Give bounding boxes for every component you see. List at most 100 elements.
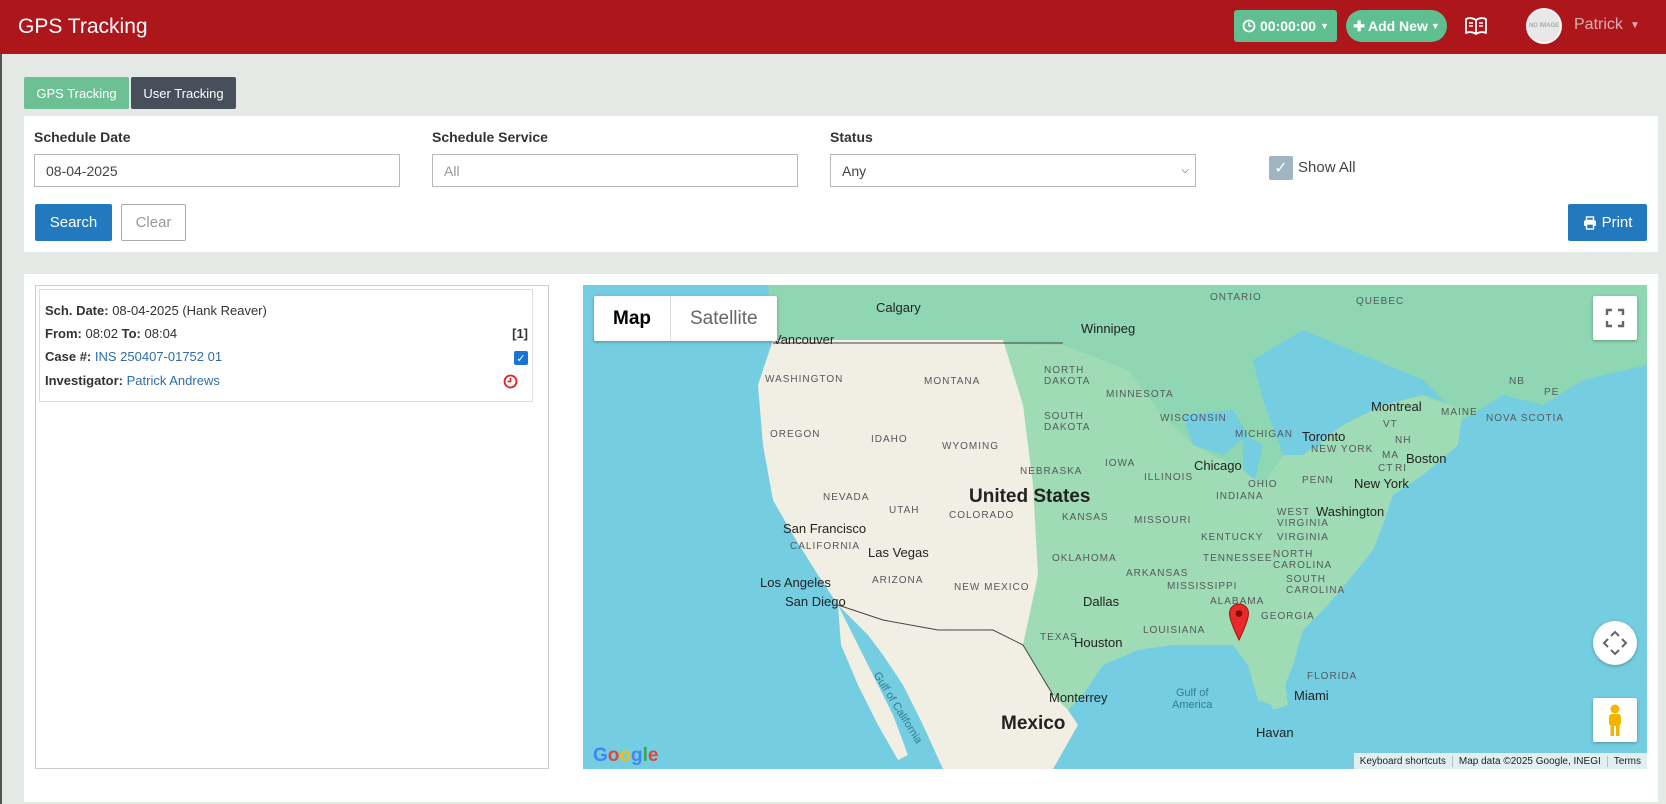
map-label-vt: VT <box>1383 419 1398 430</box>
map-label-new-york: New York <box>1354 476 1409 491</box>
map-label-south-carolina: SOUTH CAROLINA <box>1286 574 1346 596</box>
plus-icon: ✚ <box>1353 17 1365 34</box>
map-label-north-carolina: NORTH CAROLINA <box>1273 549 1333 571</box>
map-label-tennessee: TENNESSEE <box>1203 553 1273 564</box>
camera-control-button[interactable] <box>1593 621 1637 665</box>
map-label-calgary: Calgary <box>876 300 921 315</box>
add-new-label: Add New <box>1367 18 1428 34</box>
map-label-nebraska: NEBRASKA <box>1020 466 1083 477</box>
map-label-texas: TEXAS <box>1040 632 1078 643</box>
case-row: Case #: INS 250407-01752 01 <box>45 349 222 364</box>
schedule-date-input[interactable]: 08-04-2025 <box>34 154 400 187</box>
map-label-wyoming: WYOMING <box>942 441 999 452</box>
map-base <box>583 285 1647 769</box>
avatar[interactable]: NO IMAGE <box>1526 8 1562 44</box>
sch-date-label: Sch. Date: <box>45 303 109 318</box>
map-label-mexico: Mexico <box>1001 713 1066 734</box>
map-label-florida: FLORIDA <box>1307 671 1358 682</box>
sch-date-value: 08-04-2025 (Hank Reaver) <box>112 303 267 318</box>
fullscreen-button[interactable] <box>1593 296 1637 340</box>
map-label-new-york-state: NEW YORK <box>1311 444 1374 455</box>
timer-value: 00:00:00 <box>1260 18 1317 34</box>
move-arrows-icon <box>1602 630 1628 656</box>
schedule-checkbox[interactable]: ✓ <box>514 351 528 365</box>
map-label-oklahoma: OKLAHOMA <box>1052 553 1117 564</box>
add-new-button[interactable]: ✚ Add New ▼ <box>1346 10 1447 42</box>
map-label-kansas: KANSAS <box>1062 512 1109 523</box>
time-row: From: 08:02 To: 08:04 <box>45 326 177 341</box>
map-label-washington-state: WASHINGTON <box>765 374 844 385</box>
schedule-card[interactable]: Sch. Date: 08-04-2025 (Hank Reaver) From… <box>39 289 533 402</box>
results-panel: Sch. Date: 08-04-2025 (Hank Reaver) From… <box>24 274 1658 802</box>
map-label-los-angeles: Los Angeles <box>760 575 831 590</box>
investigator-row: Investigator: Patrick Andrews <box>45 373 220 388</box>
map-label-mississippi: MISSISSIPPI <box>1167 581 1238 592</box>
show-all-checkbox[interactable]: ✓ <box>1269 156 1293 180</box>
map-label-idaho: IDAHO <box>871 434 908 445</box>
map-label-nova-scotia: NOVA SCOTIA <box>1486 413 1565 424</box>
map-label-missouri: MISSOURI <box>1134 515 1192 526</box>
app-title: GPS Tracking <box>18 15 148 38</box>
user-name[interactable]: Patrick <box>1574 16 1623 34</box>
map-label-colorado: COLORADO <box>949 510 1015 521</box>
map-label-pe: PE <box>1544 387 1560 398</box>
book-icon[interactable] <box>1464 14 1488 38</box>
timer-button[interactable]: 00:00:00 ▼ <box>1234 10 1337 42</box>
map-label-iowa: IOWA <box>1105 458 1136 469</box>
tab-gps-tracking[interactable]: GPS Tracking <box>24 77 129 109</box>
map-data-text: Map data ©2025 Google, INEGI <box>1451 755 1607 767</box>
map-label-quebec: QUEBEC <box>1356 296 1405 307</box>
map-type-map-button[interactable]: Map <box>594 296 670 341</box>
street-view-pegman-button[interactable] <box>1593 698 1637 742</box>
keyboard-shortcuts-link[interactable]: Keyboard shortcuts <box>1354 756 1452 767</box>
map-label-penn: PENN <box>1302 475 1334 486</box>
investigator-link[interactable]: Patrick Andrews <box>127 373 220 388</box>
map-attribution: Keyboard shortcuts Map data ©2025 Google… <box>1353 753 1647 769</box>
clear-button[interactable]: Clear <box>121 204 186 241</box>
map-label-kentucky: KENTUCKY <box>1201 532 1264 543</box>
terms-link[interactable]: Terms <box>1606 755 1647 767</box>
to-label: To: <box>121 326 141 341</box>
case-label: Case #: <box>45 349 92 364</box>
map-label-arkansas: ARKANSAS <box>1126 568 1189 579</box>
printer-icon <box>1583 215 1596 230</box>
print-button[interactable]: Print <box>1568 204 1647 241</box>
map-label-montreal: Montreal <box>1371 399 1422 414</box>
map-label-ct: CT <box>1378 463 1394 474</box>
from-value: 08:02 <box>85 326 119 341</box>
map-label-washington-dc: Washington <box>1316 504 1385 519</box>
status-select[interactable]: Any ⌵ <box>830 154 1196 187</box>
map-label-nh: NH <box>1395 435 1412 446</box>
map-label-nevada: NEVADA <box>823 492 870 503</box>
map-label-boston: Boston <box>1406 451 1447 466</box>
clock-icon <box>1242 19 1256 33</box>
map-type-satellite-button[interactable]: Satellite <box>670 296 777 341</box>
schedule-service-label: Schedule Service <box>432 129 548 145</box>
map-label-toronto: Toronto <box>1302 429 1346 444</box>
map-label-georgia: GEORGIA <box>1261 611 1315 622</box>
map-label-dallas: Dallas <box>1083 594 1120 609</box>
map-label-united-states: United States <box>969 486 1091 507</box>
user-menu-caret-icon[interactable]: ▼ <box>1630 20 1640 31</box>
map-label-oregon: OREGON <box>770 429 821 440</box>
tab-user-tracking[interactable]: User Tracking <box>131 77 236 109</box>
location-marker-icon[interactable] <box>1228 603 1250 641</box>
map-label-chicago: Chicago <box>1194 458 1242 473</box>
map-label-gulf-of-america: Gulf of America <box>1172 687 1213 711</box>
map-view[interactable]: Calgary ONTARIO QUEBEC Winnipeg Vancouve… <box>583 285 1647 769</box>
map-label-utah: UTAH <box>889 505 920 516</box>
search-button[interactable]: Search <box>35 204 112 241</box>
point-count: [1] <box>512 326 528 341</box>
map-label-indiana: INDIANA <box>1216 491 1264 502</box>
clock-icon[interactable] <box>503 374 518 389</box>
from-label: From: <box>45 326 82 341</box>
schedule-service-input[interactable]: All <box>432 154 798 187</box>
map-label-wisconsin: WISCONSIN <box>1160 413 1227 424</box>
case-link[interactable]: INS 250407-01752 01 <box>95 349 222 364</box>
fullscreen-icon <box>1605 308 1625 328</box>
check-icon: ✓ <box>1274 160 1288 177</box>
investigator-label: Investigator: <box>45 373 124 388</box>
map-label-north-dakota: NORTH DAKOTA <box>1044 365 1091 387</box>
check-icon: ✓ <box>516 352 526 365</box>
map-label-illinois: ILLINOIS <box>1144 472 1194 483</box>
